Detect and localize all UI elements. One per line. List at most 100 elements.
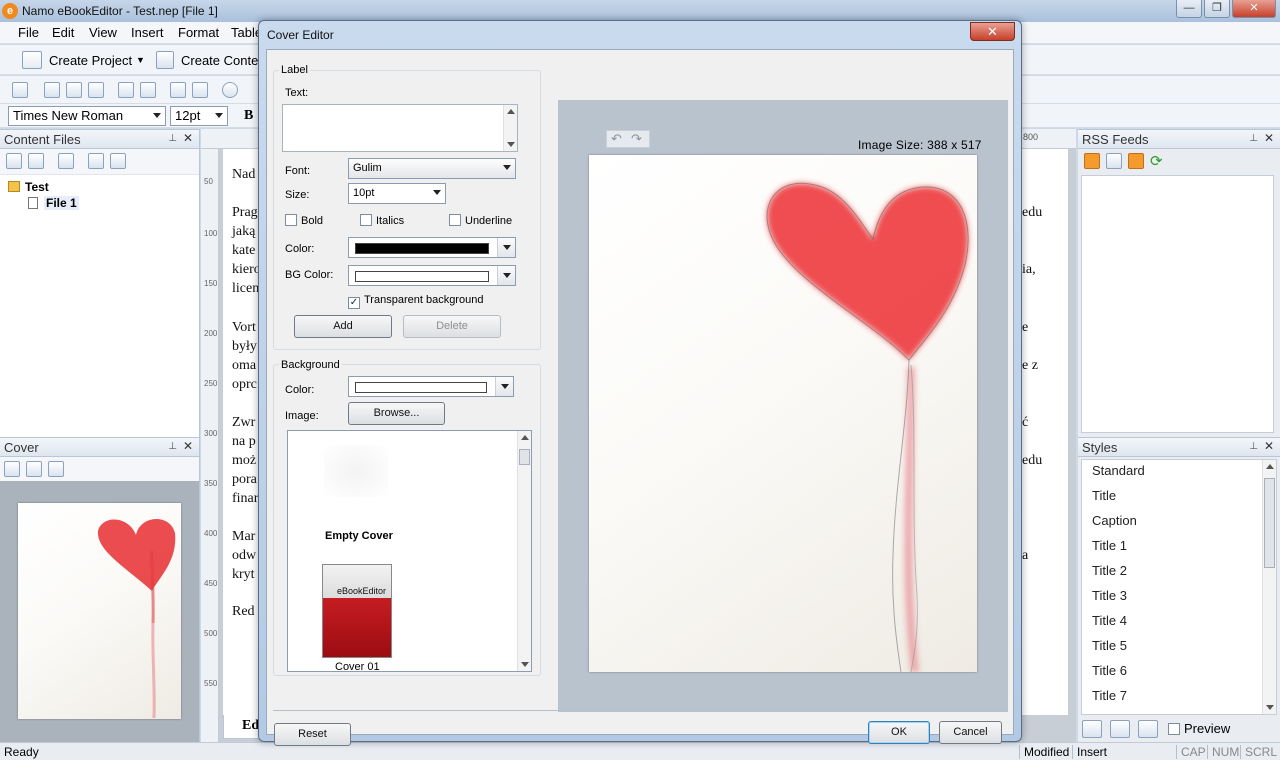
add-file-icon[interactable] (6, 153, 22, 169)
ok-button[interactable]: OK (868, 721, 930, 744)
checkbox-box[interactable] (360, 214, 372, 226)
cover-list-scrollbar[interactable] (517, 431, 531, 671)
scroll-down-icon[interactable] (521, 662, 529, 667)
edit-style-icon[interactable] (1110, 720, 1130, 738)
new-cover-icon[interactable] (4, 461, 20, 477)
label-font-select[interactable]: Gulim (348, 158, 516, 179)
cut-icon[interactable] (44, 82, 60, 98)
close-panel-icon[interactable]: ✕ (1264, 131, 1274, 145)
close-panel-icon[interactable]: ✕ (183, 439, 193, 453)
menu-insert[interactable]: Insert (131, 25, 164, 40)
checkbox-box[interactable]: ✓ (348, 297, 360, 309)
create-content-icon[interactable] (156, 51, 174, 69)
edit-cover-icon[interactable] (26, 461, 42, 477)
scroll-up-icon[interactable] (1266, 464, 1274, 469)
reset-button[interactable]: Reset (274, 723, 351, 746)
menu-format[interactable]: Format (178, 25, 219, 40)
styles-scrollbar[interactable] (1262, 460, 1276, 714)
tree-item-test[interactable]: Test (25, 180, 49, 194)
style-item[interactable]: Title 6 (1092, 663, 1127, 678)
folder-icon[interactable] (88, 153, 104, 169)
cancel-button[interactable]: Cancel (939, 721, 1002, 744)
cover-thumbnail[interactable] (18, 503, 181, 719)
close-panel-icon[interactable]: ✕ (183, 131, 193, 145)
pin-icon[interactable]: ⊥ (168, 441, 177, 452)
font-family-select[interactable]: Times New Roman (8, 106, 166, 126)
pin-icon[interactable]: ⊥ (1249, 133, 1258, 144)
chevron-down-icon[interactable] (495, 377, 513, 396)
rotate-left-icon[interactable]: ↶ (611, 131, 622, 147)
delete-label-button[interactable]: Delete (403, 315, 501, 338)
underline-checkbox[interactable]: Underline (449, 214, 512, 227)
style-item[interactable]: Caption (1092, 513, 1137, 528)
scroll-up-icon[interactable] (507, 109, 515, 114)
style-item[interactable]: Title 1 (1092, 538, 1127, 553)
chevron-down-icon[interactable]: ▼ (136, 55, 145, 65)
dialog-close-button[interactable]: ✕ (970, 22, 1015, 41)
checkbox-box[interactable] (1168, 723, 1180, 735)
menu-view[interactable]: View (89, 25, 117, 40)
undo-icon[interactable] (118, 82, 134, 98)
add-label-button[interactable]: Add (294, 315, 392, 338)
style-item[interactable]: Standard (1092, 463, 1145, 478)
close-window-button[interactable]: ✕ (1232, 0, 1276, 18)
add-feed-icon[interactable] (1084, 153, 1100, 169)
cover-name[interactable]: Cover 01 (335, 661, 380, 671)
style-item[interactable]: Title 4 (1092, 613, 1127, 628)
chevron-down-icon[interactable] (497, 266, 515, 285)
italics-checkbox[interactable]: Italics (360, 214, 404, 227)
feed-properties-icon[interactable] (1128, 153, 1144, 169)
new-page-icon[interactable] (28, 153, 44, 169)
cover-canvas[interactable] (589, 155, 977, 673)
rss-feed-list[interactable] (1081, 175, 1274, 433)
checkbox-box[interactable] (285, 214, 297, 226)
style-item[interactable]: Title 2 (1092, 563, 1127, 578)
menu-edit[interactable]: Edit (52, 25, 74, 40)
scroll-down-icon[interactable] (1266, 705, 1274, 710)
scroll-up-icon[interactable] (521, 435, 529, 440)
bold-checkbox[interactable]: Bold (285, 214, 323, 227)
delete-cover-icon[interactable] (48, 461, 64, 477)
scroll-thumb[interactable] (1264, 478, 1275, 568)
maximize-button[interactable]: ❐ (1204, 0, 1230, 18)
style-item[interactable]: Title 3 (1092, 588, 1127, 603)
paste-icon[interactable] (88, 82, 104, 98)
rotate-right-icon[interactable]: ↷ (631, 131, 642, 147)
style-item[interactable]: Title (1092, 488, 1116, 503)
style-item[interactable]: Title 7 (1092, 688, 1127, 703)
tree-item-file1[interactable]: File 1 (44, 196, 79, 210)
create-project-icon[interactable] (22, 51, 42, 69)
properties-icon[interactable] (58, 153, 74, 169)
label-text-input[interactable] (282, 104, 518, 152)
chevron-down-icon[interactable] (497, 238, 515, 257)
copy-icon[interactable] (66, 82, 82, 98)
cover01-thumb[interactable]: eBookEditor (322, 564, 392, 658)
add-style-icon[interactable] (1082, 720, 1102, 738)
preview-checkbox[interactable]: Preview (1168, 721, 1230, 736)
print-preview-icon[interactable] (192, 82, 208, 98)
text-scrollbar[interactable] (503, 105, 517, 151)
save-icon[interactable] (12, 82, 28, 98)
scroll-thumb[interactable] (519, 449, 530, 465)
bold-button[interactable]: B (244, 108, 253, 124)
pin-icon[interactable]: ⊥ (168, 133, 177, 144)
style-item[interactable]: Title 5 (1092, 638, 1127, 653)
menu-file[interactable]: File (18, 25, 39, 40)
transparent-bg-checkbox[interactable]: ✓ Transparent background (348, 294, 483, 309)
help-icon[interactable] (222, 82, 238, 98)
refresh-icon[interactable]: ⟳ (1150, 152, 1163, 170)
print-icon[interactable] (170, 82, 186, 98)
checkbox-box[interactable] (449, 214, 461, 226)
delete-style-icon[interactable] (1138, 720, 1158, 738)
close-panel-icon[interactable]: ✕ (1264, 439, 1274, 453)
background-color-picker[interactable] (348, 376, 514, 397)
browse-button[interactable]: Browse... (348, 402, 445, 425)
create-content-button[interactable]: Create Conter (181, 53, 263, 68)
label-color-picker[interactable] (348, 237, 516, 258)
delete-feed-icon[interactable] (1106, 153, 1122, 169)
font-size-select[interactable]: 12pt (170, 106, 228, 126)
label-bgcolor-picker[interactable] (348, 265, 516, 286)
export-icon[interactable] (110, 153, 126, 169)
create-project-button[interactable]: Create Project (49, 53, 132, 68)
minimize-button[interactable]: — (1176, 0, 1202, 18)
